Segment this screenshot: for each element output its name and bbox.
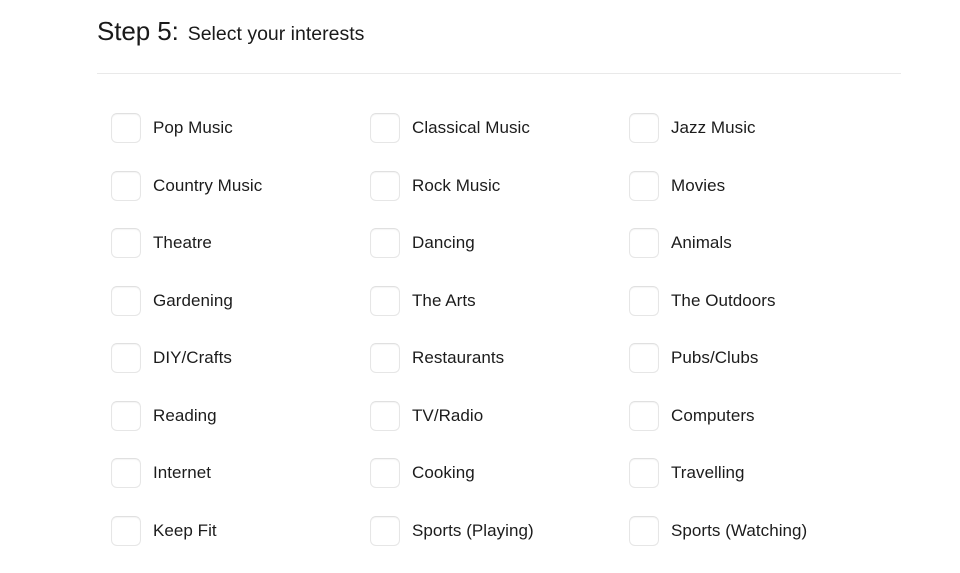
checkbox-icon[interactable] bbox=[370, 458, 400, 488]
interest-label: Country Music bbox=[153, 175, 263, 195]
checkbox-icon[interactable] bbox=[111, 515, 141, 546]
checkbox-icon[interactable] bbox=[629, 113, 659, 143]
checkbox-icon[interactable] bbox=[111, 113, 141, 143]
checkbox-icon[interactable] bbox=[370, 170, 400, 201]
interest-option-keep-fit[interactable]: Keep Fit bbox=[111, 515, 370, 546]
checkbox-icon[interactable] bbox=[629, 170, 659, 201]
interest-option-animals[interactable]: Animals bbox=[629, 228, 888, 258]
step-number: Step 5: bbox=[97, 16, 179, 46]
interest-option-cooking[interactable]: Cooking bbox=[370, 458, 629, 488]
interest-label: Classical Music bbox=[412, 118, 530, 137]
interest-option-internet[interactable]: Internet bbox=[111, 458, 370, 488]
interest-label: Reading bbox=[153, 405, 217, 425]
interest-label: Gardening bbox=[153, 290, 233, 310]
interest-option-diy-crafts[interactable]: DIY/Crafts bbox=[111, 343, 370, 373]
step-title: Select your interests bbox=[187, 23, 365, 45]
interest-option-movies[interactable]: Movies bbox=[629, 170, 888, 201]
interest-label: Dancing bbox=[412, 233, 475, 252]
interest-label: Restaurants bbox=[412, 348, 505, 367]
checkbox-icon[interactable] bbox=[629, 458, 659, 488]
interest-label: The Arts bbox=[412, 290, 476, 310]
header-divider bbox=[97, 73, 901, 74]
checkbox-icon[interactable] bbox=[629, 400, 659, 431]
interest-label: Travelling bbox=[671, 463, 745, 482]
checkbox-icon[interactable] bbox=[629, 228, 659, 258]
interest-option-sports-watching[interactable]: Sports (Watching) bbox=[629, 515, 888, 546]
interest-option-rock-music[interactable]: Rock Music bbox=[370, 170, 629, 201]
form-wizard-step: Step 5: Select your interests Pop Music C… bbox=[0, 0, 960, 546]
checkbox-icon[interactable] bbox=[111, 400, 141, 431]
interest-label: Pubs/Clubs bbox=[671, 348, 759, 367]
interest-option-country-music[interactable]: Country Music bbox=[111, 170, 370, 201]
checkbox-icon[interactable] bbox=[111, 170, 141, 201]
interest-label: Sports (Watching) bbox=[671, 520, 808, 540]
interest-label: TV/Radio bbox=[412, 405, 484, 425]
checkbox-icon[interactable] bbox=[111, 228, 141, 258]
interest-option-pubs-clubs[interactable]: Pubs/Clubs bbox=[629, 343, 888, 373]
interest-label: Jazz Music bbox=[671, 118, 756, 137]
interest-option-reading[interactable]: Reading bbox=[111, 400, 370, 431]
checkbox-icon[interactable] bbox=[629, 515, 659, 546]
interest-label: Sports (Playing) bbox=[412, 520, 534, 540]
interest-label: Computers bbox=[671, 405, 755, 425]
checkbox-icon[interactable] bbox=[111, 458, 141, 488]
interest-option-theatre[interactable]: Theatre bbox=[111, 228, 370, 258]
page-title: Step 5: Select your interests bbox=[97, 18, 364, 45]
checkbox-icon[interactable] bbox=[370, 400, 400, 431]
interest-label: Movies bbox=[671, 175, 726, 195]
interest-label: DIY/Crafts bbox=[153, 348, 232, 367]
checkbox-icon[interactable] bbox=[111, 285, 141, 316]
interests-checkbox-grid: Pop Music Classical Music Jazz Music Countr… bbox=[111, 113, 931, 573]
checkbox-icon[interactable] bbox=[111, 343, 141, 373]
checkbox-icon[interactable] bbox=[370, 285, 400, 316]
interest-option-classical-music[interactable]: Classical Music bbox=[370, 113, 629, 143]
interest-label: Keep Fit bbox=[153, 520, 217, 540]
interest-option-gardening[interactable]: Gardening bbox=[111, 285, 370, 316]
interest-option-restaurants[interactable]: Restaurants bbox=[370, 343, 629, 373]
interest-label: The Outdoors bbox=[671, 290, 776, 310]
interest-option-the-arts[interactable]: The Arts bbox=[370, 285, 629, 316]
interest-option-the-outdoors[interactable]: The Outdoors bbox=[629, 285, 888, 316]
checkbox-icon[interactable] bbox=[370, 228, 400, 258]
interest-label: Cooking bbox=[412, 463, 475, 482]
interest-label: Pop Music bbox=[153, 118, 233, 137]
interest-option-travelling[interactable]: Travelling bbox=[629, 458, 888, 488]
interest-option-pop-music[interactable]: Pop Music bbox=[111, 113, 370, 143]
interest-label: Theatre bbox=[153, 233, 212, 252]
checkbox-icon[interactable] bbox=[629, 285, 659, 316]
interest-option-jazz-music[interactable]: Jazz Music bbox=[629, 113, 888, 143]
checkbox-icon[interactable] bbox=[370, 515, 400, 546]
interest-option-computers[interactable]: Computers bbox=[629, 400, 888, 431]
interest-option-tv-radio[interactable]: TV/Radio bbox=[370, 400, 629, 431]
checkbox-icon[interactable] bbox=[629, 343, 659, 373]
checkbox-icon[interactable] bbox=[370, 113, 400, 143]
interest-label: Rock Music bbox=[412, 175, 501, 195]
interest-label: Animals bbox=[671, 233, 732, 252]
checkbox-icon[interactable] bbox=[370, 343, 400, 373]
interest-option-sports-playing[interactable]: Sports (Playing) bbox=[370, 515, 629, 546]
interest-label: Internet bbox=[153, 463, 212, 482]
interest-option-dancing[interactable]: Dancing bbox=[370, 228, 629, 258]
